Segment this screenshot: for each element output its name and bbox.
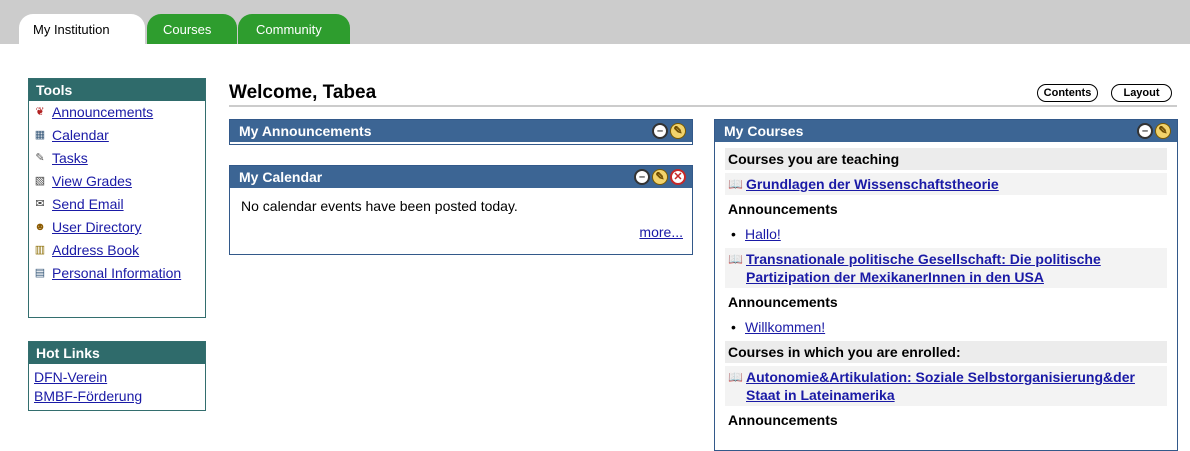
edit-pencil-icon[interactable]: ✎ bbox=[670, 123, 686, 139]
user-directory-icon: ☻ bbox=[34, 221, 46, 233]
edit-pencil-icon[interactable]: ✎ bbox=[652, 169, 668, 185]
announcement-item: • Hallo! bbox=[725, 223, 1167, 245]
module-controls: – ✎ bbox=[652, 123, 686, 139]
hot-link-item: DFN-Verein bbox=[34, 368, 200, 387]
hot-links-header: Hot Links bbox=[29, 342, 205, 364]
announcement-link[interactable]: Hallo! bbox=[745, 226, 781, 242]
calendar-message: No calendar events have been posted toda… bbox=[241, 198, 518, 214]
tasks-icon: ✎ bbox=[35, 152, 45, 164]
calendar-icon: ▦ bbox=[34, 129, 46, 141]
book-icon: 📖 bbox=[728, 177, 743, 191]
close-icon[interactable]: ✕ bbox=[670, 169, 686, 185]
tab-community[interactable]: Community bbox=[238, 14, 350, 44]
tool-link-address-book[interactable]: Address Book bbox=[52, 242, 139, 258]
tool-item: ❦ Announcements bbox=[34, 104, 200, 120]
minimize-icon[interactable]: – bbox=[634, 169, 650, 185]
tools-panel: Tools ❦ Announcements ▦ Calendar ✎ Tasks ▧ View… bbox=[28, 78, 206, 318]
teaching-section-heading: Courses you are teaching bbox=[725, 148, 1167, 170]
contents-button[interactable]: Contents bbox=[1037, 84, 1098, 102]
tool-item: ✉ Send Email bbox=[34, 196, 200, 212]
module-controls: – ✎ ✕ bbox=[634, 169, 686, 185]
hot-link-item: BMBF-Förderung bbox=[34, 387, 200, 406]
tool-link-user-directory[interactable]: User Directory bbox=[52, 219, 141, 235]
announcements-label: Announcements bbox=[728, 412, 838, 428]
tab-courses[interactable]: Courses bbox=[147, 14, 237, 44]
tab-bar: My Institution Courses Community bbox=[0, 0, 1190, 44]
tool-item: ▤ Personal Information bbox=[34, 265, 200, 281]
tool-item: ▥ Address Book bbox=[34, 242, 200, 258]
module-controls: – ✎ bbox=[1137, 123, 1171, 139]
course-link[interactable]: Grundlagen der Wissenschaftstheorie bbox=[746, 175, 999, 193]
edit-pencil-icon[interactable]: ✎ bbox=[1155, 123, 1171, 139]
announcements-label: Announcements bbox=[728, 294, 838, 310]
tools-list: ❦ Announcements ▦ Calendar ✎ Tasks ▧ View Grade… bbox=[29, 101, 205, 296]
calendar-module-title: My Calendar bbox=[239, 169, 323, 185]
tool-item: ▧ View Grades bbox=[34, 173, 200, 189]
tool-link-megaphone[interactable]: Announcements bbox=[52, 104, 153, 120]
tool-link-tasks[interactable]: Tasks bbox=[52, 150, 88, 166]
hot-link-dfn[interactable]: DFN-Verein bbox=[34, 369, 107, 385]
bullet-icon: • bbox=[731, 319, 736, 335]
tool-link-grades[interactable]: View Grades bbox=[52, 173, 132, 189]
tools-header: Tools bbox=[29, 79, 205, 101]
announcement-item: • Willkommen! bbox=[725, 316, 1167, 338]
hot-link-bmbf[interactable]: BMBF-Förderung bbox=[34, 388, 142, 404]
grades-icon: ▧ bbox=[34, 175, 46, 187]
tool-item: ✎ Tasks bbox=[34, 150, 200, 166]
calendar-module-header: My Calendar – ✎ ✕ bbox=[230, 166, 692, 188]
courses-module-header: My Courses – ✎ bbox=[715, 120, 1177, 142]
envelope-icon: ✉ bbox=[35, 198, 45, 210]
tab-my-institution[interactable]: My Institution bbox=[19, 14, 145, 44]
courses-body: Courses you are teaching 📖 Grundlagen de… bbox=[715, 142, 1177, 431]
tool-link-calendar[interactable]: Calendar bbox=[52, 127, 109, 143]
calendar-body: No calendar events have been posted toda… bbox=[230, 188, 692, 252]
course-row: 📖 Grundlagen der Wissenschaftstheorie bbox=[725, 173, 1167, 195]
announcements-module: My Announcements – ✎ bbox=[229, 119, 693, 145]
calendar-module: My Calendar – ✎ ✕ No calendar events hav… bbox=[229, 165, 693, 255]
address-book-icon: ▥ bbox=[34, 244, 46, 256]
megaphone-icon: ❦ bbox=[35, 106, 45, 118]
book-icon: 📖 bbox=[728, 252, 743, 266]
book-icon: 📖 bbox=[728, 370, 743, 384]
personal-info-icon: ▤ bbox=[34, 267, 46, 279]
page-title: Welcome, Tabea bbox=[229, 82, 377, 103]
hot-links-list: DFN-Verein BMBF-Förderung bbox=[29, 364, 205, 410]
course-row: 📖 Autonomie&Artikulation: Soziale Selbst… bbox=[725, 366, 1167, 406]
hot-links-panel: Hot Links DFN-Verein BMBF-Förderung bbox=[28, 341, 206, 411]
announcement-link[interactable]: Willkommen! bbox=[745, 319, 825, 335]
course-link[interactable]: Transnationale politische Gesellschaft: … bbox=[746, 250, 1164, 286]
enrolled-section-heading: Courses in which you are enrolled: bbox=[725, 341, 1167, 363]
title-divider bbox=[229, 105, 1177, 107]
announcements-module-title: My Announcements bbox=[239, 123, 372, 139]
tool-link-envelope[interactable]: Send Email bbox=[52, 196, 124, 212]
announcements-label: Announcements bbox=[728, 201, 838, 217]
tool-link-personal-info[interactable]: Personal Information bbox=[52, 265, 181, 281]
layout-button[interactable]: Layout bbox=[1111, 84, 1172, 102]
minimize-icon[interactable]: – bbox=[1137, 123, 1153, 139]
tool-item: ☻ User Directory bbox=[34, 219, 200, 235]
minimize-icon[interactable]: – bbox=[652, 123, 668, 139]
courses-module-title: My Courses bbox=[724, 123, 804, 139]
bullet-icon: • bbox=[731, 226, 736, 242]
announcements-module-header: My Announcements – ✎ bbox=[230, 120, 692, 142]
calendar-more-link[interactable]: more... bbox=[639, 224, 683, 240]
course-link[interactable]: Autonomie&Artikulation: Soziale Selbstor… bbox=[746, 368, 1164, 404]
course-row: 📖 Transnationale politische Gesellschaft… bbox=[725, 248, 1167, 288]
tool-item: ▦ Calendar bbox=[34, 127, 200, 143]
courses-module: My Courses – ✎ Courses you are teaching … bbox=[714, 119, 1178, 451]
